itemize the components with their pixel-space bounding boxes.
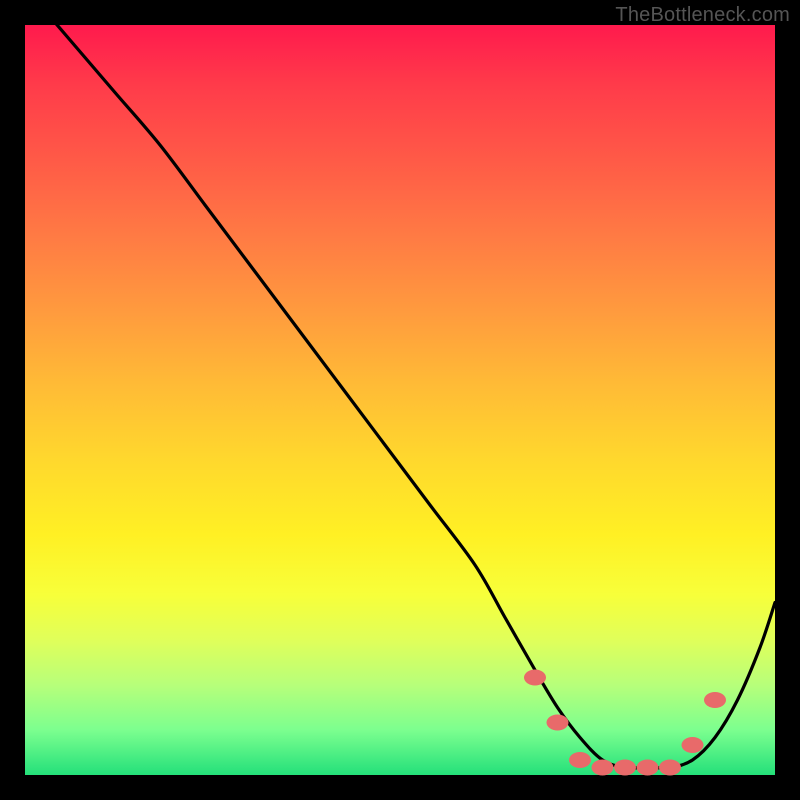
curve-marker	[637, 760, 659, 776]
curve-marker	[704, 692, 726, 708]
curve-marker	[614, 760, 636, 776]
plot-area	[25, 25, 775, 775]
curve-marker	[569, 752, 591, 768]
curve-marker	[682, 737, 704, 753]
curve-marker	[547, 715, 569, 731]
watermark-text: TheBottleneck.com	[615, 4, 790, 27]
curve-marker	[524, 670, 546, 686]
curve-layer	[25, 25, 775, 775]
curve-marker	[592, 760, 614, 776]
curve-marker	[659, 760, 681, 776]
bottleneck-curve	[25, 0, 775, 768]
chart-frame: TheBottleneck.com	[0, 0, 800, 800]
